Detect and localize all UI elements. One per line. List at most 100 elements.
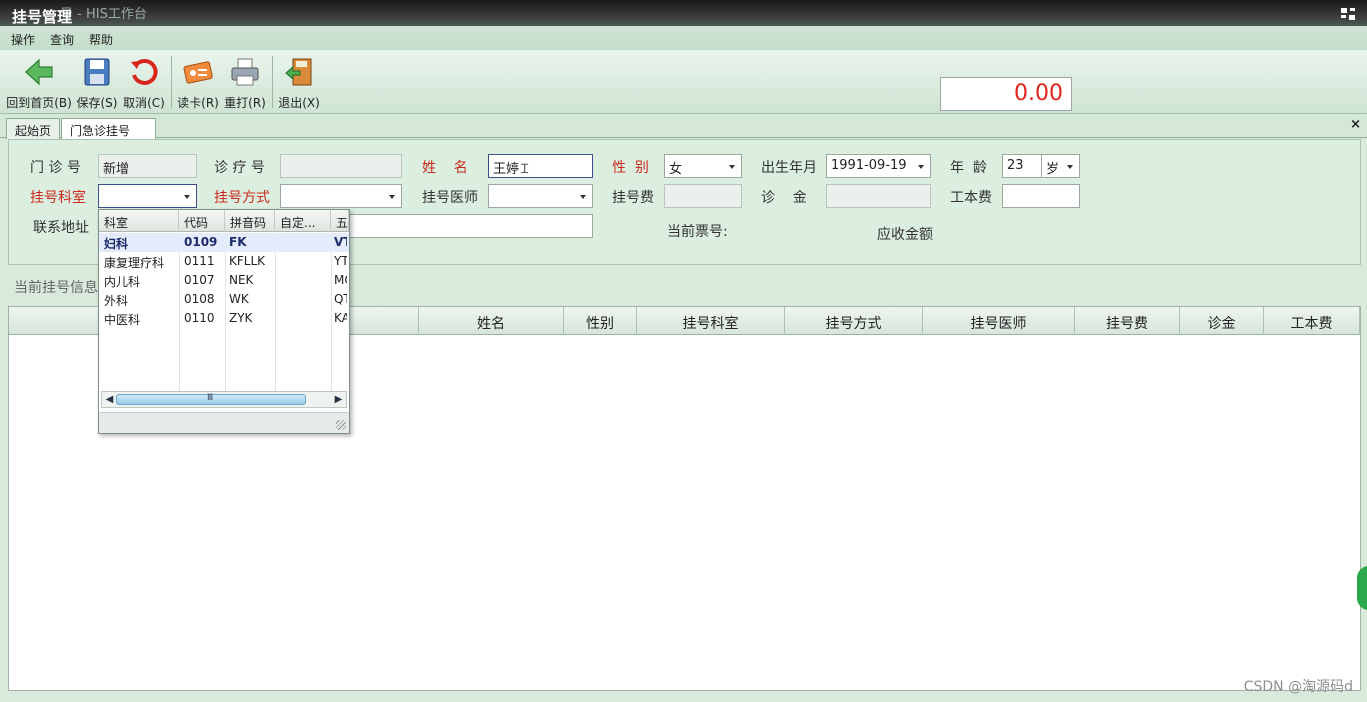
name-label: 姓 名	[422, 160, 468, 176]
cost-field[interactable]	[1002, 184, 1080, 208]
home-button[interactable]: 回到首页(B)	[6, 52, 72, 112]
popup-col-wubi[interactable]: 五	[331, 210, 349, 232]
consult-fee-field[interactable]	[826, 184, 931, 208]
scroll-thumb[interactable]: Ⅲ	[116, 393, 306, 405]
dept-option-name: 内儿科	[104, 275, 141, 289]
read-card-button-label: 读卡(R)	[177, 96, 219, 110]
exit-button[interactable]: 退出(X)	[277, 52, 321, 112]
amount-due-label: 应收金额	[877, 227, 933, 243]
menu-operate[interactable]: 操作	[11, 31, 35, 48]
column-cost[interactable]: 工本费	[1264, 307, 1360, 335]
back-arrow-icon	[25, 58, 53, 86]
column-dept[interactable]: 挂号科室	[637, 307, 785, 335]
dept-option[interactable]: 中医科 0110 ZYK KA	[99, 309, 349, 328]
age-unit-select[interactable]: 岁	[1041, 154, 1080, 178]
fee-field[interactable]	[664, 184, 742, 208]
doctor-select[interactable]	[488, 184, 593, 208]
dept-option[interactable]: 康复理疗科 0111 KFLLK YT	[99, 252, 349, 271]
menu-bar: 操作 查询 帮助	[0, 26, 1367, 50]
resize-grip-icon[interactable]	[336, 420, 346, 430]
dept-option[interactable]: 内儿科 0107 NEK MQ	[99, 271, 349, 290]
menu-help[interactable]: 帮助	[89, 31, 113, 48]
dept-option-name: 妇科	[104, 237, 129, 251]
dept-option-wubi: YT	[334, 254, 347, 268]
save-disk-icon	[84, 58, 110, 86]
scroll-right-icon[interactable]: ▶	[332, 393, 345, 406]
current-info-label: 当前挂号信息	[14, 280, 98, 296]
dept-option-pinyin: ZYK	[229, 311, 253, 325]
scroll-grip-icon: Ⅲ	[207, 393, 214, 403]
age-label: 年 龄	[950, 160, 987, 176]
amount-due-value: 0.00	[940, 77, 1072, 111]
toolbar-separator	[171, 56, 172, 108]
exit-door-icon	[285, 58, 312, 86]
dept-option-wubi: MQ	[334, 273, 347, 287]
tab-strip: 起始页 门急诊挂号× ×	[0, 114, 1367, 153]
cancel-button-label: 取消(C)	[123, 96, 165, 110]
dept-option-name: 康复理疗科	[104, 256, 165, 270]
dept-option-pinyin: KFLLK	[229, 254, 266, 268]
printer-icon	[231, 58, 259, 86]
method-label: 挂号方式	[214, 190, 270, 206]
dept-option[interactable]: 外科 0108 WK QT	[99, 290, 349, 309]
gender-select[interactable]: 女	[664, 154, 742, 178]
menu-query[interactable]: 查询	[50, 31, 74, 48]
column-method[interactable]: 挂号方式	[785, 307, 923, 335]
save-button[interactable]: 保存(S)	[76, 52, 118, 112]
close-all-tabs-icon[interactable]: ×	[1350, 117, 1361, 132]
dept-option-pinyin: NEK	[229, 273, 254, 287]
home-button-label: 回到首页(B)	[6, 96, 72, 110]
birth-date-picker[interactable]: 1991-09-19	[826, 154, 931, 178]
dept-option-code: 0107	[184, 273, 215, 287]
popup-horizontal-scrollbar[interactable]: ◀ Ⅲ ▶	[101, 391, 347, 408]
title-bar: 号 - HIS工作台 挂号管理	[0, 0, 1367, 26]
save-button-label: 保存(S)	[76, 96, 118, 110]
treat-no-field[interactable]	[280, 154, 402, 178]
name-field[interactable]: 王婷 Ɪ	[488, 154, 593, 178]
text-cursor-icon: Ɪ	[521, 162, 529, 177]
ticket-no-label: 当前票号:	[667, 224, 728, 240]
cost-label: 工本费	[950, 190, 992, 206]
dept-option-code: 0109	[184, 235, 218, 249]
tab-start-page-label: 起始页	[15, 124, 52, 138]
popup-col-code[interactable]: 代码	[179, 210, 225, 232]
popup-col-custom[interactable]: 自定...	[275, 210, 331, 232]
dept-dropdown-popup: 科室 代码 拼音码 自定... 五 妇科 0109 FK VT 康复理疗科 01…	[98, 209, 350, 434]
dept-option-code: 0111	[184, 254, 215, 268]
exit-button-label: 退出(X)	[278, 96, 320, 110]
popup-col-dept[interactable]: 科室	[99, 210, 179, 232]
column-doctor[interactable]: 挂号医师	[923, 307, 1075, 335]
window-layout-icon[interactable]	[1341, 8, 1357, 22]
clinic-no-field[interactable]: 新增	[98, 154, 197, 178]
floating-assistant-icon[interactable]	[1357, 566, 1367, 610]
fee-label: 挂号费	[612, 190, 654, 206]
tab-registration[interactable]: 门急诊挂号×	[61, 118, 156, 153]
address-label: 联系地址	[33, 220, 89, 236]
dept-option-code: 0110	[184, 311, 215, 325]
doctor-label: 挂号医师	[422, 190, 478, 206]
dept-option-code: 0108	[184, 292, 215, 306]
method-select[interactable]	[280, 184, 402, 208]
popup-col-pinyin[interactable]: 拼音码	[225, 210, 275, 232]
reprint-button[interactable]: 重打(R)	[223, 52, 267, 112]
dept-select[interactable]	[98, 184, 197, 208]
dept-label: 挂号科室	[30, 190, 86, 206]
popup-status-bar	[99, 412, 349, 433]
dept-option-wubi: QT	[334, 292, 347, 306]
tab-start-page[interactable]: 起始页	[6, 118, 60, 139]
dept-option-wubi: VT	[334, 235, 347, 249]
dept-option-pinyin: FK	[229, 235, 247, 249]
dept-option[interactable]: 妇科 0109 FK VT	[99, 233, 349, 252]
read-card-button[interactable]: 读卡(R)	[176, 52, 220, 112]
window-title: 挂号管理	[12, 8, 73, 26]
column-consult[interactable]: 诊金	[1180, 307, 1264, 335]
age-field[interactable]: 23	[1002, 154, 1042, 178]
column-name[interactable]: 姓名	[419, 307, 564, 335]
cancel-button[interactable]: 取消(C)	[122, 52, 166, 112]
dept-option-name: 外科	[104, 294, 129, 308]
column-gender[interactable]: 性别	[564, 307, 637, 335]
toolbar-separator	[272, 56, 273, 108]
column-fee[interactable]: 挂号费	[1075, 307, 1180, 335]
dept-option-wubi: KA	[334, 311, 347, 325]
scroll-left-icon[interactable]: ◀	[103, 393, 116, 406]
